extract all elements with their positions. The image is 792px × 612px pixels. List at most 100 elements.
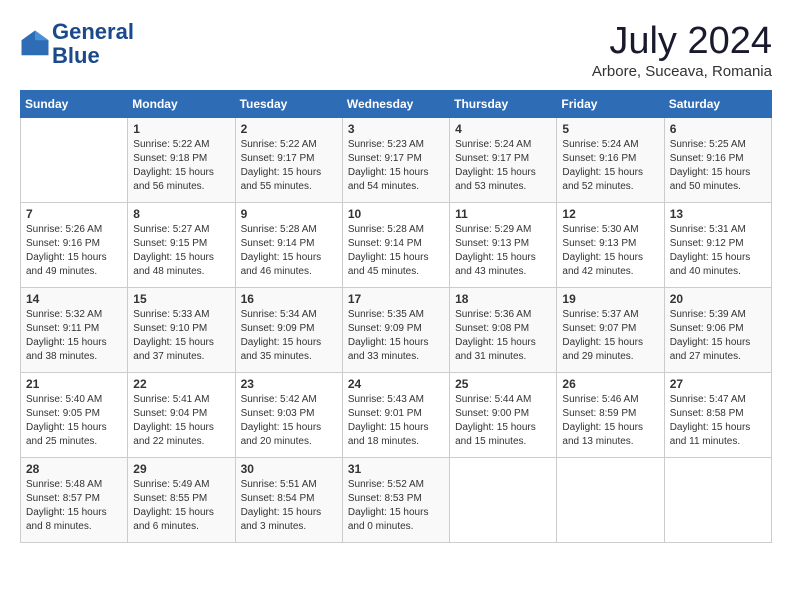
page-header: General Blue July 2024 Arbore, Suceava, … — [20, 20, 772, 80]
day-number: 25 — [455, 377, 551, 391]
day-number: 11 — [455, 207, 551, 221]
weekday-header: Tuesday — [235, 91, 342, 118]
day-number: 8 — [133, 207, 229, 221]
weekday-header: Friday — [557, 91, 664, 118]
day-number: 16 — [241, 292, 337, 306]
day-number: 24 — [348, 377, 444, 391]
day-number: 14 — [26, 292, 122, 306]
calendar-cell: 23Sunrise: 5:42 AMSunset: 9:03 PMDayligh… — [235, 373, 342, 458]
cell-content: Sunrise: 5:35 AMSunset: 9:09 PMDaylight:… — [348, 308, 444, 364]
day-number: 4 — [455, 122, 551, 136]
calendar-cell: 14 Sunrise: 5:32 AMSunset: 9:11 PMDayligh… — [21, 288, 128, 373]
day-number: 26 — [562, 377, 658, 391]
day-number: 9 — [241, 207, 337, 221]
cell-content: Sunrise: 5:34 AMSunset: 9:09 PMDaylight:… — [241, 308, 337, 364]
weekday-header: Wednesday — [342, 91, 449, 118]
calendar-cell: 1 Sunrise: 5:22 AMSunset: 9:18 PMDaylight… — [128, 118, 235, 203]
day-number: 12 — [562, 207, 658, 221]
calendar-header-row: SundayMondayTuesdayWednesdayThursdayFrid… — [21, 91, 772, 118]
cell-content: Sunrise: 5:49 AMSunset: 8:55 PMDaylight:… — [133, 478, 229, 534]
cell-content: Sunrise: 5:22 AMSunset: 9:18 PMDaylight:… — [133, 138, 229, 194]
cell-content: Sunrise: 5:30 AMSunset: 9:13 PMDaylight:… — [562, 223, 658, 279]
day-number: 18 — [455, 292, 551, 306]
calendar-cell: 16 Sunrise: 5:34 AMSunset: 9:09 PMDayligh… — [235, 288, 342, 373]
cell-content: Sunrise: 5:51 AMSunset: 8:54 PMDaylight:… — [241, 478, 337, 534]
day-number: 21 — [26, 377, 122, 391]
calendar-cell — [450, 458, 557, 543]
calendar-cell: 28Sunrise: 5:48 AMSunset: 8:57 PMDayligh… — [21, 458, 128, 543]
calendar-cell: 26 Sunrise: 5:46 AMSunset: 8:59 PMDayligh… — [557, 373, 664, 458]
day-number: 29 — [133, 462, 229, 476]
day-number: 3 — [348, 122, 444, 136]
calendar-cell: 29 Sunrise: 5:49 AMSunset: 8:55 PMDayligh… — [128, 458, 235, 543]
weekday-header: Sunday — [21, 91, 128, 118]
calendar-cell: 9 Sunrise: 5:28 AMSunset: 9:14 PMDaylight… — [235, 203, 342, 288]
calendar-cell: 8 Sunrise: 5:27 AMSunset: 9:15 PMDaylight… — [128, 203, 235, 288]
calendar-cell: 17Sunrise: 5:35 AMSunset: 9:09 PMDayligh… — [342, 288, 449, 373]
calendar-week-row: 1 Sunrise: 5:22 AMSunset: 9:18 PMDaylight… — [21, 118, 772, 203]
calendar-cell: 12 Sunrise: 5:30 AMSunset: 9:13 PMDayligh… — [557, 203, 664, 288]
logo: General Blue — [20, 20, 134, 68]
calendar-table: SundayMondayTuesdayWednesdayThursdayFrid… — [20, 90, 772, 543]
logo-text: General Blue — [52, 20, 134, 68]
cell-content: Sunrise: 5:27 AMSunset: 9:15 PMDaylight:… — [133, 223, 229, 279]
day-number: 23 — [241, 377, 337, 391]
day-number: 19 — [562, 292, 658, 306]
cell-content: Sunrise: 5:47 AMSunset: 8:58 PMDaylight:… — [670, 393, 766, 449]
day-number: 7 — [26, 207, 122, 221]
cell-content: Sunrise: 5:36 AMSunset: 9:08 PMDaylight:… — [455, 308, 551, 364]
cell-content: Sunrise: 5:44 AMSunset: 9:00 PMDaylight:… — [455, 393, 551, 449]
cell-content: Sunrise: 5:24 AMSunset: 9:17 PMDaylight:… — [455, 138, 551, 194]
day-number: 15 — [133, 292, 229, 306]
calendar-week-row: 28Sunrise: 5:48 AMSunset: 8:57 PMDayligh… — [21, 458, 772, 543]
cell-content: Sunrise: 5:46 AMSunset: 8:59 PMDaylight:… — [562, 393, 658, 449]
calendar-week-row: 7 Sunrise: 5:26 AMSunset: 9:16 PMDaylight… — [21, 203, 772, 288]
cell-content: Sunrise: 5:40 AMSunset: 9:05 PMDaylight:… — [26, 393, 122, 449]
day-number: 13 — [670, 207, 766, 221]
logo-icon — [20, 29, 50, 59]
calendar-cell: 11Sunrise: 5:29 AMSunset: 9:13 PMDayligh… — [450, 203, 557, 288]
location: Arbore, Suceava, Romania — [592, 63, 772, 80]
cell-content: Sunrise: 5:32 AMSunset: 9:11 PMDaylight:… — [26, 308, 122, 364]
calendar-cell — [664, 458, 771, 543]
day-number: 1 — [133, 122, 229, 136]
cell-content: Sunrise: 5:43 AMSunset: 9:01 PMDaylight:… — [348, 393, 444, 449]
month-title: July 2024 — [592, 20, 772, 63]
day-number: 28 — [26, 462, 122, 476]
weekday-header: Saturday — [664, 91, 771, 118]
cell-content: Sunrise: 5:25 AMSunset: 9:16 PMDaylight:… — [670, 138, 766, 194]
cell-content: Sunrise: 5:52 AMSunset: 8:53 PMDaylight:… — [348, 478, 444, 534]
title-block: July 2024 Arbore, Suceava, Romania — [592, 20, 772, 80]
cell-content: Sunrise: 5:41 AMSunset: 9:04 PMDaylight:… — [133, 393, 229, 449]
cell-content: Sunrise: 5:22 AMSunset: 9:17 PMDaylight:… — [241, 138, 337, 194]
calendar-week-row: 21 Sunrise: 5:40 AMSunset: 9:05 PMDayligh… — [21, 373, 772, 458]
day-number: 27 — [670, 377, 766, 391]
cell-content: Sunrise: 5:26 AMSunset: 9:16 PMDaylight:… — [26, 223, 122, 279]
calendar-cell: 5Sunrise: 5:24 AMSunset: 9:16 PMDaylight… — [557, 118, 664, 203]
day-number: 20 — [670, 292, 766, 306]
weekday-header: Thursday — [450, 91, 557, 118]
calendar-cell: 7 Sunrise: 5:26 AMSunset: 9:16 PMDaylight… — [21, 203, 128, 288]
cell-content: Sunrise: 5:23 AMSunset: 9:17 PMDaylight:… — [348, 138, 444, 194]
calendar-cell: 24 Sunrise: 5:43 AMSunset: 9:01 PMDayligh… — [342, 373, 449, 458]
day-number: 6 — [670, 122, 766, 136]
cell-content: Sunrise: 5:33 AMSunset: 9:10 PMDaylight:… — [133, 308, 229, 364]
calendar-cell: 21 Sunrise: 5:40 AMSunset: 9:05 PMDayligh… — [21, 373, 128, 458]
calendar-cell: 13Sunrise: 5:31 AMSunset: 9:12 PMDayligh… — [664, 203, 771, 288]
calendar-cell: 31 Sunrise: 5:52 AMSunset: 8:53 PMDayligh… — [342, 458, 449, 543]
day-number: 30 — [241, 462, 337, 476]
cell-content: Sunrise: 5:28 AMSunset: 9:14 PMDaylight:… — [348, 223, 444, 279]
calendar-cell: 19Sunrise: 5:37 AMSunset: 9:07 PMDayligh… — [557, 288, 664, 373]
calendar-cell: 30 Sunrise: 5:51 AMSunset: 8:54 PMDayligh… — [235, 458, 342, 543]
cell-content: Sunrise: 5:28 AMSunset: 9:14 PMDaylight:… — [241, 223, 337, 279]
calendar-cell: 18 Sunrise: 5:36 AMSunset: 9:08 PMDayligh… — [450, 288, 557, 373]
day-number: 22 — [133, 377, 229, 391]
calendar-cell: 2 Sunrise: 5:22 AMSunset: 9:17 PMDaylight… — [235, 118, 342, 203]
calendar-cell: 4 Sunrise: 5:24 AMSunset: 9:17 PMDaylight… — [450, 118, 557, 203]
day-number: 31 — [348, 462, 444, 476]
calendar-cell: 3 Sunrise: 5:23 AMSunset: 9:17 PMDaylight… — [342, 118, 449, 203]
day-number: 2 — [241, 122, 337, 136]
calendar-week-row: 14 Sunrise: 5:32 AMSunset: 9:11 PMDayligh… — [21, 288, 772, 373]
calendar-cell — [21, 118, 128, 203]
day-number: 10 — [348, 207, 444, 221]
